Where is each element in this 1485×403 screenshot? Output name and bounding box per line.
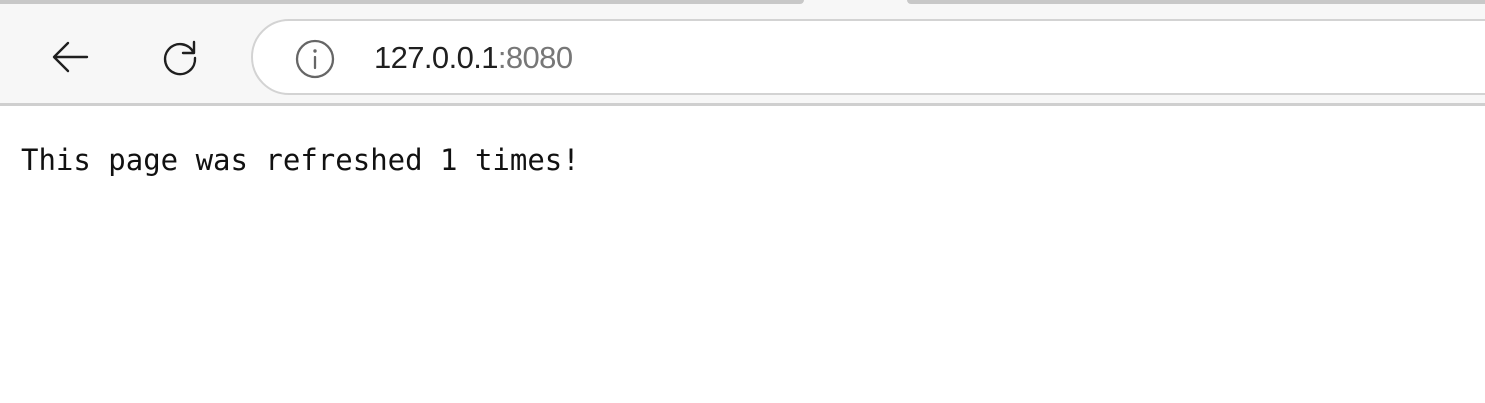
- refresh-icon: [163, 40, 197, 76]
- arrow-left-icon: [52, 41, 89, 73]
- page-content: This page was refreshed 1 times!: [0, 106, 1485, 403]
- refresh-button[interactable]: [152, 29, 208, 85]
- refresh-count-message: This page was refreshed 1 times!: [21, 143, 580, 177]
- address-url[interactable]: 127.0.0.1:8080: [374, 38, 573, 78]
- browser-toolbar: 127.0.0.1:8080: [0, 4, 1485, 103]
- browser-window: 127.0.0.1:8080 This page was refreshed 1…: [0, 0, 1485, 403]
- url-host: 127.0.0.1: [374, 40, 498, 75]
- address-bar[interactable]: 127.0.0.1:8080: [251, 19, 1485, 95]
- info-circle-icon: [295, 39, 335, 79]
- site-information-button[interactable]: [293, 37, 337, 81]
- url-port: :8080: [497, 40, 573, 75]
- back-button[interactable]: [42, 29, 98, 85]
